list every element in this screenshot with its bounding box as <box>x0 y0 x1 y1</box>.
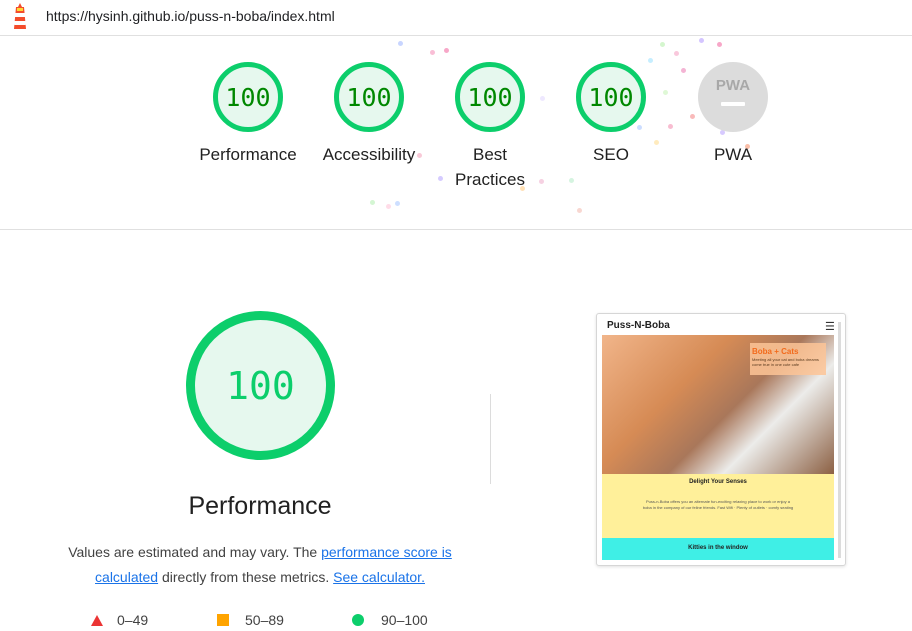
performance-description: Values are estimated and may vary. The p… <box>54 540 466 590</box>
gauge-performance[interactable]: 100 Performance <box>188 62 308 167</box>
gauge-label: Accessibility <box>322 145 416 164</box>
score-ring: 100 <box>213 62 283 132</box>
hero-image: Boba + Cats Meeting all your cat and bob… <box>602 335 834 474</box>
url-bar: https://hysinh.github.io/puss-n-boba/ind… <box>0 0 912 36</box>
gauge-accessibility[interactable]: 100 Accessibility <box>309 62 429 167</box>
circle-icon <box>352 614 364 626</box>
performance-score-gauge: 100 <box>186 311 335 460</box>
gauge-seo[interactable]: 100 SEO <box>551 62 671 167</box>
gauge-best-practices[interactable]: 100 Best Practices <box>430 62 550 192</box>
svg-text:PWA: PWA <box>716 77 750 94</box>
legend-label: 50–89 <box>245 612 284 628</box>
confetti-dot <box>398 41 403 46</box>
confetti-dot <box>430 50 435 55</box>
performance-title: Performance <box>188 492 332 520</box>
confetti-dot <box>395 201 400 206</box>
confetti-dot <box>699 38 704 43</box>
divider <box>490 394 491 484</box>
gauge-label: PWA <box>713 145 753 164</box>
category-gauges: 100 Performance 100 Accessibility 100 Be… <box>0 36 912 230</box>
desc-text: directly from these metrics. <box>158 569 334 585</box>
legend-average: 50–89 <box>217 612 284 628</box>
score-ring: 100 <box>576 62 646 132</box>
confetti-dot <box>660 42 665 47</box>
section-title: Delight Your Senses <box>689 479 747 485</box>
page-url[interactable]: https://hysinh.github.io/puss-n-boba/ind… <box>46 8 335 24</box>
confetti-dot <box>569 178 574 183</box>
legend-label: 90–100 <box>381 612 428 628</box>
legend-pass: 90–100 <box>352 612 428 628</box>
footer-section: Kitties in the window <box>602 538 834 560</box>
site-title: Puss-N-Boba <box>607 320 670 331</box>
lighthouse-icon <box>14 3 26 29</box>
gauge-label: Performance <box>199 145 297 164</box>
confetti-dot <box>370 200 375 205</box>
confetti-dot <box>717 42 722 47</box>
hero-title: Boba + Cats <box>752 347 799 356</box>
gauge-label: Best Practices <box>455 145 525 189</box>
desc-text: Values are estimated and may vary. The <box>68 544 322 560</box>
gauge-pwa[interactable]: PWA PWA <box>673 62 793 167</box>
confetti-dot <box>386 204 391 209</box>
hamburger-menu-icon: ☰ <box>825 321 835 333</box>
pwa-badge-icon: PWA <box>698 62 768 132</box>
confetti-dot <box>674 51 679 56</box>
intro-section: Delight Your Senses Puss-n-Boba offers y… <box>602 474 834 538</box>
square-icon <box>217 614 229 626</box>
score-ring: 100 <box>455 62 525 132</box>
score-ring: 100 <box>334 62 404 132</box>
see-calculator-link[interactable]: See calculator. <box>333 569 425 585</box>
triangle-icon <box>91 615 103 626</box>
scrollbar <box>838 322 841 558</box>
confetti-dot <box>577 208 582 213</box>
footer-title: Kitties in the window <box>688 545 748 551</box>
hero-text: Meeting all your cat and boba dreams com… <box>752 357 819 367</box>
final-screenshot[interactable]: Puss-N-Boba ☰ Boba + Cats Meeting all yo… <box>596 313 846 566</box>
legend-fail: 0–49 <box>91 612 148 628</box>
legend-label: 0–49 <box>117 612 149 628</box>
gauge-label: SEO <box>593 145 629 164</box>
section-text: Puss-n-Boba offers you an alternate fun-… <box>642 499 794 510</box>
confetti-dot <box>444 48 449 53</box>
